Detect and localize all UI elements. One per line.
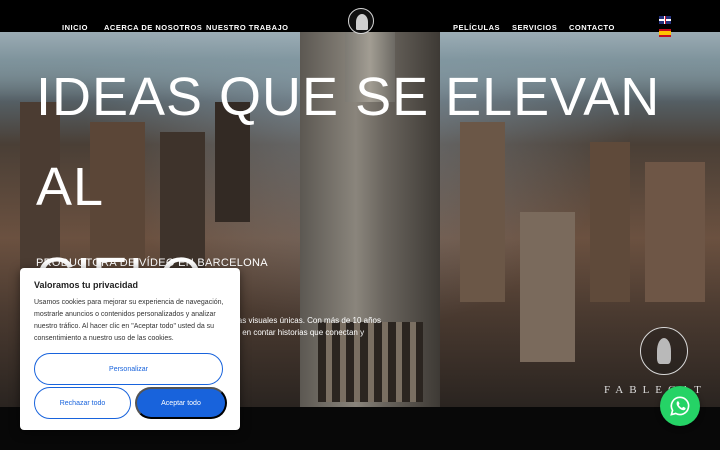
nav-inicio[interactable]: INICIO <box>62 23 88 32</box>
hero-body-line2: s en contar historias que conectan y <box>236 328 365 337</box>
cookie-title: Valoramos tu privacidad <box>34 280 139 290</box>
customize-button[interactable]: Personalizar <box>34 353 223 385</box>
whatsapp-button[interactable] <box>660 386 700 426</box>
cookie-description: Usamos cookies para mejorar su experienc… <box>34 299 224 342</box>
nav-contacto[interactable]: CONTACTO <box>569 23 615 32</box>
accept-all-button[interactable]: Aceptar todo <box>135 387 227 419</box>
hero-headline-line1: IDEAS QUE SE ELEVAN AL <box>36 67 661 217</box>
nav-servicios[interactable]: SERVICIOS <box>512 23 557 32</box>
logo-figure <box>356 14 368 30</box>
hero-body-line1: ias visuales únicas. Con más de 10 años <box>236 316 381 325</box>
hero-body-text: ias visuales únicas. Con más de 10 años … <box>236 315 456 339</box>
spain-flag-icon[interactable] <box>659 29 671 37</box>
watermark-figure <box>657 338 671 364</box>
reject-all-button[interactable]: Rechazar todo <box>34 387 131 419</box>
whatsapp-icon <box>670 396 690 416</box>
nav-peliculas[interactable]: PELÍCULAS <box>453 23 500 32</box>
cookie-consent-banner: Valoramos tu privacidad Usamos cookies p… <box>20 268 240 430</box>
fablecat-watermark-logo-icon <box>640 327 688 375</box>
nav-acerca-de-nosotros[interactable]: ACERCA DE NOSOTROS <box>104 23 202 32</box>
uk-flag-icon[interactable] <box>659 16 671 24</box>
fablecat-logo-icon[interactable] <box>348 8 374 34</box>
nav-nuestro-trabajo[interactable]: NUESTRO TRABAJO <box>206 23 289 32</box>
